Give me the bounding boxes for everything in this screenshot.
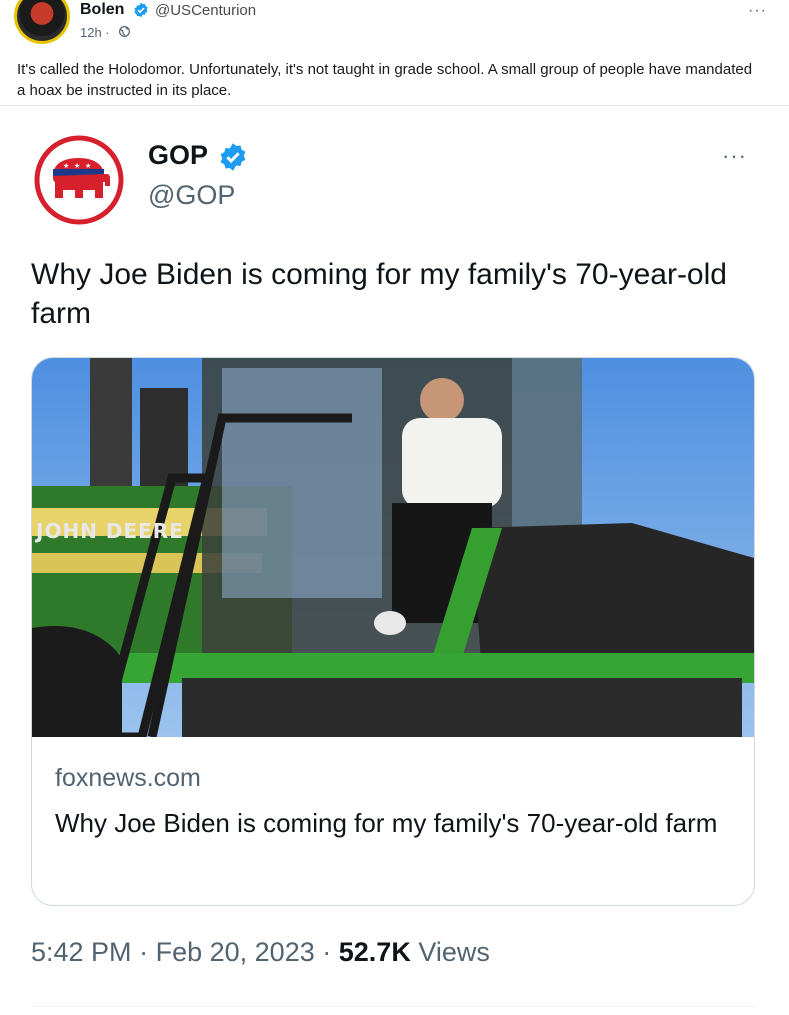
post-header: Bolen @USCenturion 12h · ··· (0, 0, 789, 56)
card-title: Why Joe Biden is coming for my family's … (55, 808, 718, 838)
verified-badge-icon (134, 2, 148, 18)
link-preview-card[interactable]: JOHN DEERE foxnews.com Why Joe Biden is … (31, 357, 755, 906)
tweet-date[interactable]: Feb 20, 2023 (156, 937, 315, 967)
verified-badge-icon (220, 143, 246, 171)
card-domain: foxnews.com (55, 764, 201, 792)
tractor-photo: JOHN DEERE (32, 358, 754, 737)
card-image-lettering: JOHN DEERE (34, 519, 184, 543)
svg-text:★: ★ (74, 162, 80, 170)
author-handle[interactable]: @USCenturion (155, 2, 256, 19)
tweet-author-name[interactable]: GOP (148, 140, 208, 171)
avatar[interactable] (14, 0, 70, 44)
tweet-meta: 5:42 PM · Feb 20, 2023 · 52.7K Views (31, 937, 490, 968)
views-label: Views (418, 937, 490, 967)
meta-separator: · (322, 937, 332, 967)
tweet-more-button[interactable]: ··· (722, 143, 747, 169)
meta-separator: · (139, 937, 149, 967)
post-more-button[interactable]: ··· (748, 2, 767, 20)
divider (31, 1006, 755, 1007)
svg-text:★: ★ (63, 162, 69, 170)
globe-icon (119, 26, 130, 37)
tweet-author-handle[interactable]: @GOP (148, 180, 235, 211)
svg-text:★: ★ (85, 162, 91, 170)
author-name[interactable]: Bolen (80, 1, 124, 19)
post-timestamp[interactable]: 12h · (80, 25, 110, 40)
views-count: 52.7K (338, 937, 411, 967)
divider (0, 105, 789, 106)
gop-elephant-logo[interactable]: ★ ★ ★ (33, 134, 125, 226)
tweet-text: Why Joe Biden is coming for my family's … (31, 258, 727, 330)
tweet-time[interactable]: 5:42 PM (31, 937, 132, 967)
post-text: It's called the Holodomor. Unfortunately… (17, 61, 753, 99)
